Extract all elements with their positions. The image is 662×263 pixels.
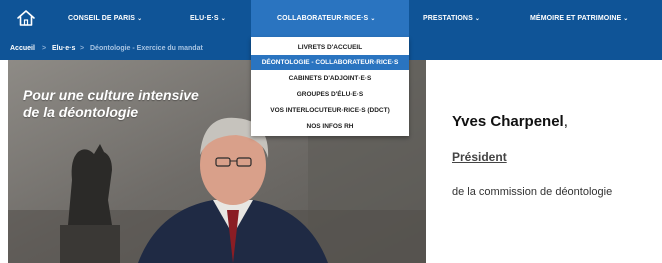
breadcrumb-current: Déontologie - Exercice du mandat bbox=[90, 45, 203, 52]
chevron-down-icon: ⌄ bbox=[474, 16, 480, 22]
chevron-down-icon: ⌄ bbox=[137, 16, 143, 22]
menu-item-deontologie-collaborateurs[interactable]: DÉONTOLOGIE - COLLABORATEUR·RICE·S bbox=[251, 55, 409, 70]
breadcrumb-separator: > bbox=[42, 45, 47, 52]
breadcrumb-home-link[interactable]: Accueil bbox=[10, 37, 35, 60]
nav-item-elus[interactable]: ELU·E·S ⌄ bbox=[190, 0, 226, 37]
hero-title: Pour une culture intensive de la déontol… bbox=[23, 87, 199, 121]
nav-item-prestations[interactable]: PRESTATIONS ⌄ bbox=[423, 0, 480, 37]
person-role-link[interactable]: Président bbox=[452, 150, 507, 164]
menu-item-groupes-elus[interactable]: GROUPES D'ÉLU·E·S bbox=[251, 87, 409, 102]
chevron-down-icon: ⌄ bbox=[370, 16, 376, 22]
nav-item-conseil-de-paris[interactable]: CONSEIL DE PARIS ⌄ bbox=[68, 0, 142, 37]
menu-item-infos-rh[interactable]: NOS INFOS RH bbox=[251, 119, 409, 134]
nav-item-memoire-et-patrimoine[interactable]: MÉMOIRE ET PATRIMOINE ⌄ bbox=[530, 0, 628, 37]
menu-item-livrets-accueil[interactable]: LIVRETS D'ACCUEIL bbox=[251, 40, 409, 55]
person-name: Yves Charpenel, bbox=[452, 113, 568, 130]
nav-item-label: CONSEIL DE PARIS bbox=[68, 15, 136, 22]
breadcrumb-separator: > bbox=[80, 45, 85, 52]
hero-title-line2: de la déontologie bbox=[23, 104, 139, 120]
nav-item-label: ELU·E·S bbox=[190, 15, 219, 22]
chevron-down-icon: ⌄ bbox=[220, 16, 226, 22]
menu-item-cabinets-adjoints[interactable]: CABINETS D'ADJOINT·E·S bbox=[251, 71, 409, 86]
menu-item-interlocuteurs-ddct[interactable]: VOS INTERLOCUTEUR·RICE·S (DDCT) bbox=[251, 103, 409, 118]
hero-title-line1: Pour une culture intensive bbox=[23, 87, 199, 103]
nav-item-label: PRESTATIONS bbox=[423, 15, 473, 22]
person-name-suffix: , bbox=[563, 113, 568, 130]
collaborateurs-dropdown-menu: LIVRETS D'ACCUEIL DÉONTOLOGIE - COLLABOR… bbox=[251, 37, 409, 136]
breadcrumb-elus-link[interactable]: Elu·e·s bbox=[52, 37, 75, 60]
nav-item-label: MÉMOIRE ET PATRIMOINE bbox=[530, 15, 622, 22]
nav-item-label: COLLABORATEUR·RICE·S bbox=[277, 15, 369, 22]
person-description: de la commission de déontologie bbox=[452, 186, 613, 198]
top-navigation: CONSEIL DE PARIS ⌄ ELU·E·S ⌄ COLLABORATEUR… bbox=[0, 0, 662, 37]
nav-item-collaborateurs[interactable]: COLLABORATEUR·RICE·S ⌄ bbox=[251, 0, 409, 37]
chevron-down-icon: ⌄ bbox=[623, 16, 629, 22]
person-name-text: Yves Charpenel bbox=[452, 113, 564, 130]
home-icon[interactable] bbox=[16, 9, 36, 27]
